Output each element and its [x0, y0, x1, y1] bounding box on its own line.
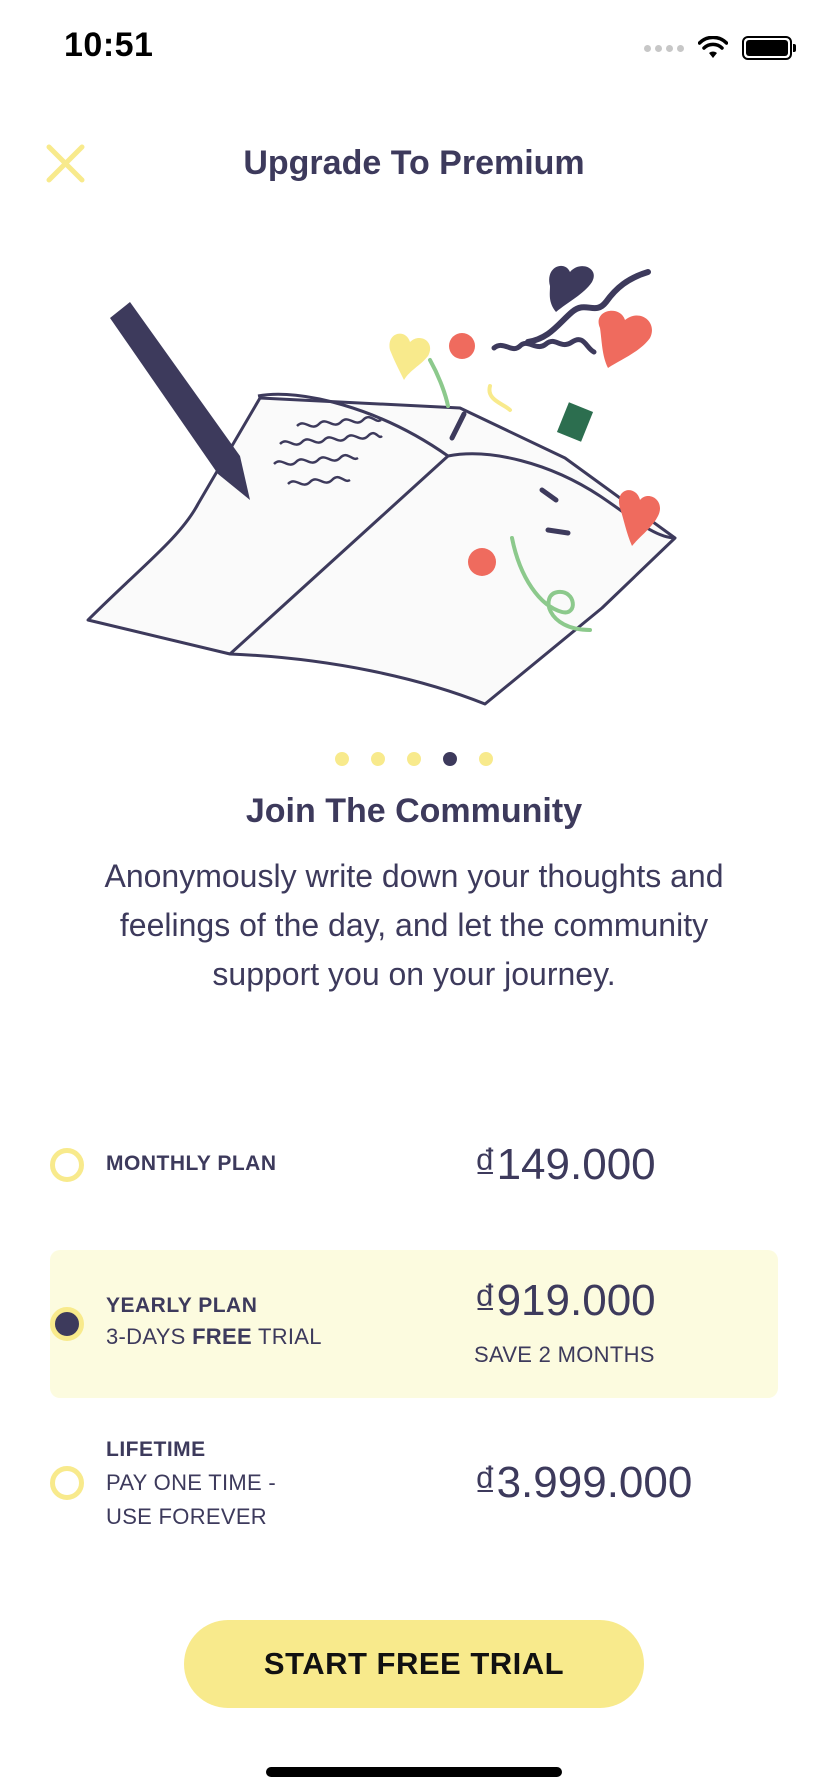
- battery-icon: [742, 36, 796, 60]
- home-indicator: [266, 1767, 562, 1777]
- feature-description: Anonymously write down your thoughts and…: [104, 858, 724, 992]
- status-bar: 10:51: [0, 0, 828, 100]
- plan-subtitle-lifetime-line2: USE FOREVER: [106, 1504, 267, 1529]
- wifi-icon: [698, 36, 728, 58]
- page-dot-4-active[interactable]: [443, 752, 457, 766]
- page-dot-5[interactable]: [479, 752, 493, 766]
- radio-lifetime[interactable]: [50, 1466, 84, 1500]
- plan-subtitle-yearly: 3-DAYS FREE TRIAL: [106, 1324, 322, 1349]
- page-dot-1[interactable]: [335, 752, 349, 766]
- status-icons: [644, 36, 796, 60]
- plan-price-yearly: ₫919.000: [474, 1276, 656, 1325]
- page-dot-3[interactable]: [407, 752, 421, 766]
- cellular-signal-icon: [644, 44, 684, 52]
- radio-yearly[interactable]: [50, 1307, 84, 1341]
- radio-monthly[interactable]: [50, 1148, 84, 1182]
- plan-subtitle-lifetime-line1: PAY ONE TIME -: [106, 1470, 277, 1495]
- plan-name-yearly: YEARLY PLAN: [106, 1294, 258, 1317]
- plan-option-yearly[interactable]: YEARLY PLAN 3-DAYS FREE TRIAL ₫919.000 S…: [50, 1250, 778, 1398]
- page-indicator: [0, 752, 828, 766]
- header: Upgrade To Premium: [0, 126, 828, 206]
- page-dot-2[interactable]: [371, 752, 385, 766]
- plan-price-monthly: ₫149.000: [474, 1140, 656, 1189]
- plan-option-lifetime[interactable]: LIFETIME PAY ONE TIME - USE FOREVER ₫3.9…: [50, 1424, 778, 1544]
- start-free-trial-button[interactable]: START FREE TRIAL: [184, 1620, 644, 1708]
- plan-option-monthly[interactable]: MONTHLY PLAN ₫149.000: [50, 1130, 778, 1200]
- journal-illustration: [86, 265, 677, 706]
- plan-name-lifetime: LIFETIME: [106, 1438, 206, 1461]
- status-time: 10:51: [64, 26, 154, 64]
- plan-name-monthly: MONTHLY PLAN: [106, 1152, 277, 1175]
- plan-savings-yearly: SAVE 2 MONTHS: [474, 1342, 655, 1367]
- plan-price-lifetime: ₫3.999.000: [474, 1458, 693, 1507]
- page-title: Upgrade To Premium: [243, 144, 585, 182]
- feature-title: Join The Community: [245, 792, 583, 830]
